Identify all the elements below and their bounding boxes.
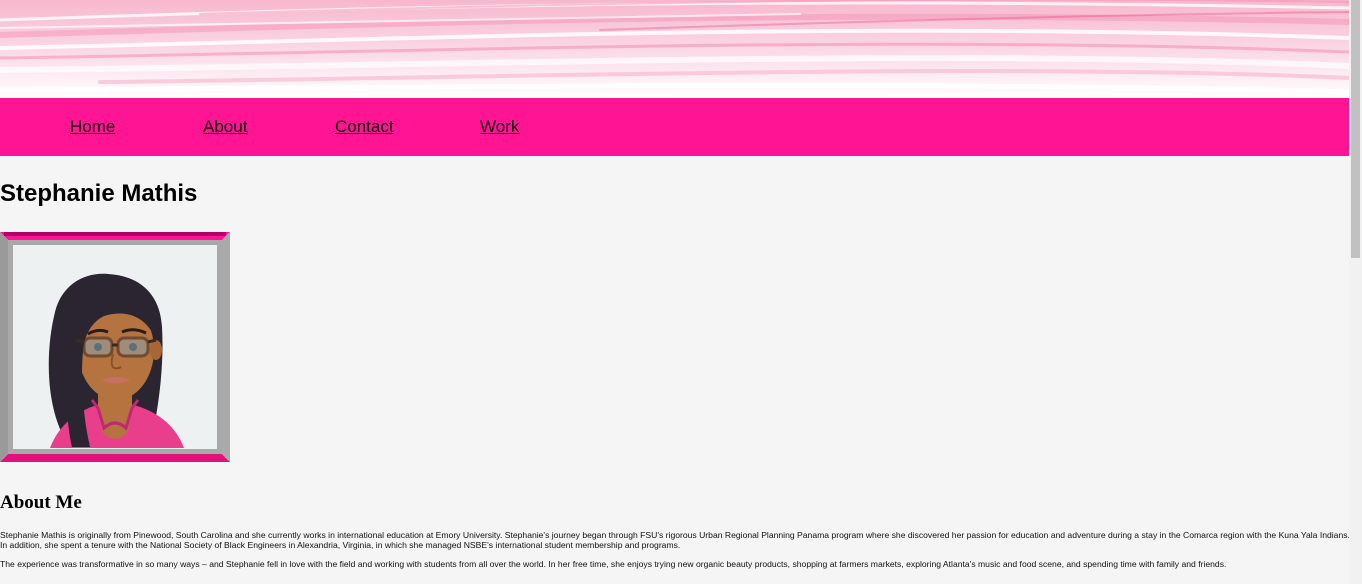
about-paragraph-1: Stephanie Mathis is originally from Pine… [0,530,1350,550]
page-title: Stephanie Mathis [0,180,198,207]
nav-link-home[interactable]: Home [70,117,115,137]
about-me-heading: About Me [0,492,82,513]
scrollbar-thumb[interactable] [1351,0,1360,258]
vertical-scrollbar[interactable] [1349,0,1362,584]
avatar [0,232,230,462]
banner-pink-streaks [0,0,1349,98]
main-navbar: Home About Contact Work [0,98,1349,156]
nav-link-about[interactable]: About [203,117,247,137]
nav-link-work[interactable]: Work [480,117,519,137]
profile-picture-frame [0,232,230,462]
nav-link-contact[interactable]: Contact [335,117,394,137]
about-paragraph-2: The experience was transformative in so … [0,559,1227,569]
header-banner [0,0,1349,98]
